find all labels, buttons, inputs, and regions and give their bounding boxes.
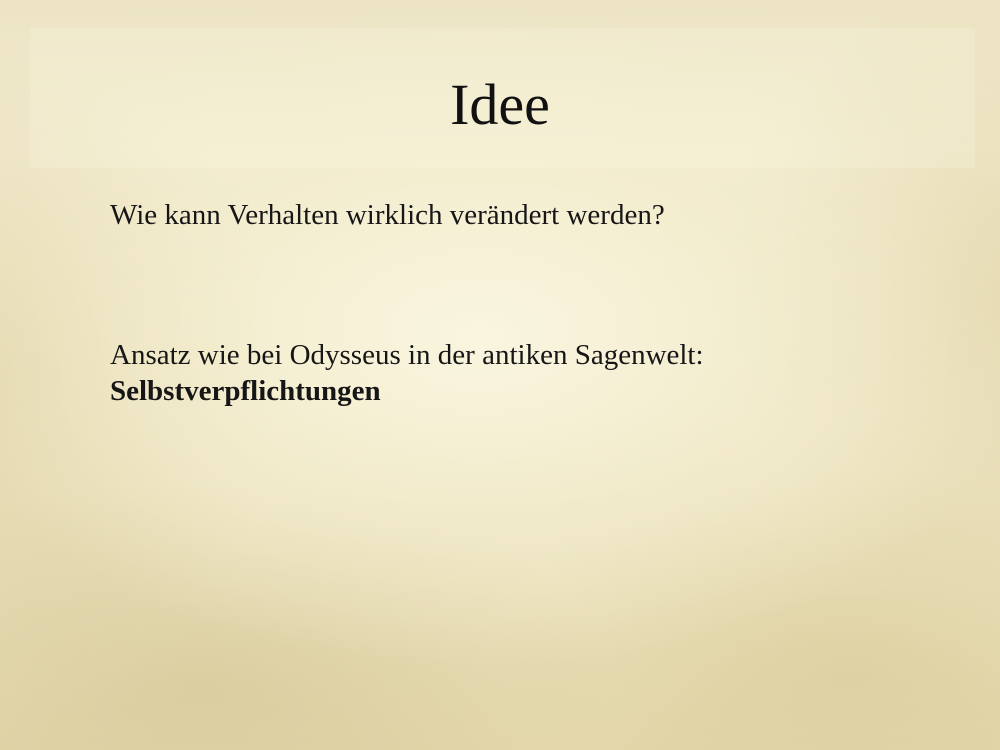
question-text: Wie kann Verhalten wirklich verändert we… [110,199,665,231]
slide: Idee Wie kann Verhalten wirklich verände… [0,0,1000,750]
approach-emphasis: Selbstverpflichtungen [110,375,381,407]
approach-line: Ansatz wie bei Odysseus in der antiken S… [110,339,704,371]
approach-paragraph: Ansatz wie bei Odysseus in der antiken S… [110,337,704,409]
slide-title: Idee [450,72,550,137]
